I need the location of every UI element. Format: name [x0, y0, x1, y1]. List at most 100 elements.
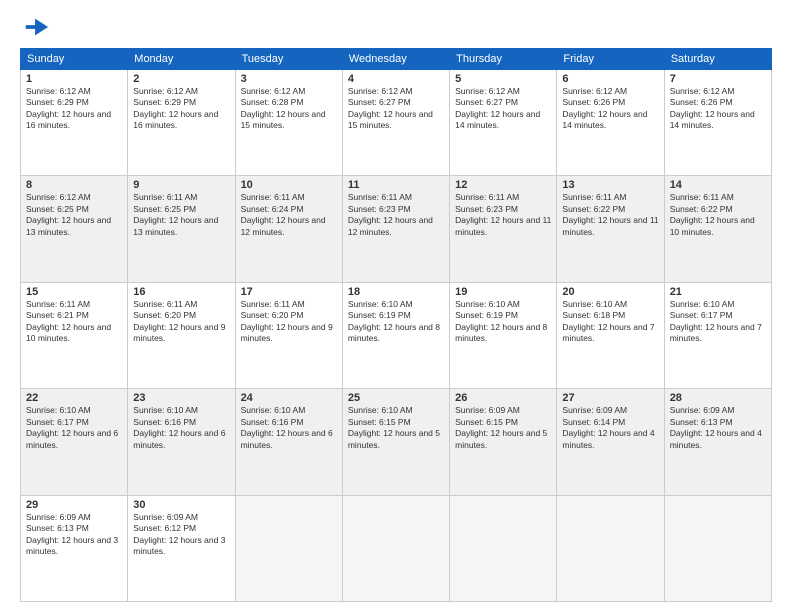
day-info: Sunrise: 6:09 AM Sunset: 6:13 PM Dayligh…	[670, 405, 766, 451]
day-info: Sunrise: 6:12 AM Sunset: 6:26 PM Dayligh…	[670, 86, 766, 132]
day-info: Sunrise: 6:11 AM Sunset: 6:22 PM Dayligh…	[670, 192, 766, 238]
day-number: 13	[562, 179, 658, 191]
calendar-cell: 23Sunrise: 6:10 AM Sunset: 6:16 PM Dayli…	[128, 389, 235, 495]
calendar-cell: 14Sunrise: 6:11 AM Sunset: 6:22 PM Dayli…	[664, 176, 771, 282]
day-number: 15	[26, 286, 122, 298]
calendar-cell: 21Sunrise: 6:10 AM Sunset: 6:17 PM Dayli…	[664, 282, 771, 388]
calendar-cell: 29Sunrise: 6:09 AM Sunset: 6:13 PM Dayli…	[21, 495, 128, 601]
calendar-week-row: 22Sunrise: 6:10 AM Sunset: 6:17 PM Dayli…	[21, 389, 772, 495]
day-info: Sunrise: 6:10 AM Sunset: 6:19 PM Dayligh…	[348, 299, 444, 345]
logo-icon	[22, 16, 50, 38]
calendar-cell: 17Sunrise: 6:11 AM Sunset: 6:20 PM Dayli…	[235, 282, 342, 388]
calendar-cell: 12Sunrise: 6:11 AM Sunset: 6:23 PM Dayli…	[450, 176, 557, 282]
day-info: Sunrise: 6:10 AM Sunset: 6:16 PM Dayligh…	[133, 405, 229, 451]
day-number: 12	[455, 179, 551, 191]
calendar-header-tuesday: Tuesday	[235, 49, 342, 70]
day-info: Sunrise: 6:11 AM Sunset: 6:20 PM Dayligh…	[241, 299, 337, 345]
day-info: Sunrise: 6:11 AM Sunset: 6:25 PM Dayligh…	[133, 192, 229, 238]
day-info: Sunrise: 6:11 AM Sunset: 6:23 PM Dayligh…	[455, 192, 551, 238]
day-info: Sunrise: 6:10 AM Sunset: 6:17 PM Dayligh…	[670, 299, 766, 345]
calendar-cell: 30Sunrise: 6:09 AM Sunset: 6:12 PM Dayli…	[128, 495, 235, 601]
logo-text	[20, 16, 50, 38]
day-number: 5	[455, 73, 551, 85]
calendar-cell: 18Sunrise: 6:10 AM Sunset: 6:19 PM Dayli…	[342, 282, 449, 388]
day-number: 21	[670, 286, 766, 298]
calendar-cell: 20Sunrise: 6:10 AM Sunset: 6:18 PM Dayli…	[557, 282, 664, 388]
calendar-cell: 8Sunrise: 6:12 AM Sunset: 6:25 PM Daylig…	[21, 176, 128, 282]
calendar-cell: 22Sunrise: 6:10 AM Sunset: 6:17 PM Dayli…	[21, 389, 128, 495]
day-number: 30	[133, 499, 229, 511]
calendar-cell	[664, 495, 771, 601]
day-info: Sunrise: 6:11 AM Sunset: 6:22 PM Dayligh…	[562, 192, 658, 238]
calendar-cell: 9Sunrise: 6:11 AM Sunset: 6:25 PM Daylig…	[128, 176, 235, 282]
day-number: 11	[348, 179, 444, 191]
day-info: Sunrise: 6:12 AM Sunset: 6:27 PM Dayligh…	[455, 86, 551, 132]
calendar-cell: 1Sunrise: 6:12 AM Sunset: 6:29 PM Daylig…	[21, 70, 128, 176]
day-number: 2	[133, 73, 229, 85]
day-info: Sunrise: 6:12 AM Sunset: 6:28 PM Dayligh…	[241, 86, 337, 132]
calendar-cell	[342, 495, 449, 601]
day-number: 19	[455, 286, 551, 298]
day-info: Sunrise: 6:12 AM Sunset: 6:29 PM Dayligh…	[26, 86, 122, 132]
calendar-header-sunday: Sunday	[21, 49, 128, 70]
day-number: 24	[241, 392, 337, 404]
day-info: Sunrise: 6:11 AM Sunset: 6:24 PM Dayligh…	[241, 192, 337, 238]
calendar-header-saturday: Saturday	[664, 49, 771, 70]
day-number: 7	[670, 73, 766, 85]
day-number: 25	[348, 392, 444, 404]
calendar-cell	[450, 495, 557, 601]
day-info: Sunrise: 6:10 AM Sunset: 6:17 PM Dayligh…	[26, 405, 122, 451]
day-info: Sunrise: 6:12 AM Sunset: 6:27 PM Dayligh…	[348, 86, 444, 132]
day-number: 28	[670, 392, 766, 404]
calendar-cell: 4Sunrise: 6:12 AM Sunset: 6:27 PM Daylig…	[342, 70, 449, 176]
logo	[20, 16, 50, 38]
calendar-week-row: 15Sunrise: 6:11 AM Sunset: 6:21 PM Dayli…	[21, 282, 772, 388]
calendar-body: 1Sunrise: 6:12 AM Sunset: 6:29 PM Daylig…	[21, 70, 772, 602]
calendar-cell: 24Sunrise: 6:10 AM Sunset: 6:16 PM Dayli…	[235, 389, 342, 495]
calendar-cell: 16Sunrise: 6:11 AM Sunset: 6:20 PM Dayli…	[128, 282, 235, 388]
day-number: 16	[133, 286, 229, 298]
day-info: Sunrise: 6:12 AM Sunset: 6:29 PM Dayligh…	[133, 86, 229, 132]
day-number: 4	[348, 73, 444, 85]
day-info: Sunrise: 6:09 AM Sunset: 6:13 PM Dayligh…	[26, 512, 122, 558]
calendar-header-friday: Friday	[557, 49, 664, 70]
day-number: 23	[133, 392, 229, 404]
day-number: 18	[348, 286, 444, 298]
calendar-cell: 25Sunrise: 6:10 AM Sunset: 6:15 PM Dayli…	[342, 389, 449, 495]
day-info: Sunrise: 6:09 AM Sunset: 6:12 PM Dayligh…	[133, 512, 229, 558]
calendar-cell: 10Sunrise: 6:11 AM Sunset: 6:24 PM Dayli…	[235, 176, 342, 282]
header	[20, 16, 772, 38]
day-number: 29	[26, 499, 122, 511]
day-info: Sunrise: 6:11 AM Sunset: 6:23 PM Dayligh…	[348, 192, 444, 238]
calendar-header-monday: Monday	[128, 49, 235, 70]
calendar-cell: 27Sunrise: 6:09 AM Sunset: 6:14 PM Dayli…	[557, 389, 664, 495]
day-number: 10	[241, 179, 337, 191]
day-number: 27	[562, 392, 658, 404]
calendar-week-row: 1Sunrise: 6:12 AM Sunset: 6:29 PM Daylig…	[21, 70, 772, 176]
day-info: Sunrise: 6:10 AM Sunset: 6:16 PM Dayligh…	[241, 405, 337, 451]
day-number: 22	[26, 392, 122, 404]
calendar-cell: 3Sunrise: 6:12 AM Sunset: 6:28 PM Daylig…	[235, 70, 342, 176]
calendar-header-row: SundayMondayTuesdayWednesdayThursdayFrid…	[21, 49, 772, 70]
calendar-cell	[235, 495, 342, 601]
calendar-cell: 13Sunrise: 6:11 AM Sunset: 6:22 PM Dayli…	[557, 176, 664, 282]
day-number: 8	[26, 179, 122, 191]
day-info: Sunrise: 6:11 AM Sunset: 6:20 PM Dayligh…	[133, 299, 229, 345]
day-number: 17	[241, 286, 337, 298]
day-info: Sunrise: 6:10 AM Sunset: 6:19 PM Dayligh…	[455, 299, 551, 345]
calendar-week-row: 8Sunrise: 6:12 AM Sunset: 6:25 PM Daylig…	[21, 176, 772, 282]
day-number: 6	[562, 73, 658, 85]
calendar-cell: 28Sunrise: 6:09 AM Sunset: 6:13 PM Dayli…	[664, 389, 771, 495]
calendar-cell: 15Sunrise: 6:11 AM Sunset: 6:21 PM Dayli…	[21, 282, 128, 388]
calendar-table: SundayMondayTuesdayWednesdayThursdayFrid…	[20, 48, 772, 602]
calendar-cell: 2Sunrise: 6:12 AM Sunset: 6:29 PM Daylig…	[128, 70, 235, 176]
calendar-header-thursday: Thursday	[450, 49, 557, 70]
calendar-cell: 7Sunrise: 6:12 AM Sunset: 6:26 PM Daylig…	[664, 70, 771, 176]
calendar-cell: 6Sunrise: 6:12 AM Sunset: 6:26 PM Daylig…	[557, 70, 664, 176]
calendar-cell: 5Sunrise: 6:12 AM Sunset: 6:27 PM Daylig…	[450, 70, 557, 176]
day-number: 20	[562, 286, 658, 298]
day-number: 14	[670, 179, 766, 191]
day-number: 9	[133, 179, 229, 191]
calendar-week-row: 29Sunrise: 6:09 AM Sunset: 6:13 PM Dayli…	[21, 495, 772, 601]
calendar-cell: 19Sunrise: 6:10 AM Sunset: 6:19 PM Dayli…	[450, 282, 557, 388]
